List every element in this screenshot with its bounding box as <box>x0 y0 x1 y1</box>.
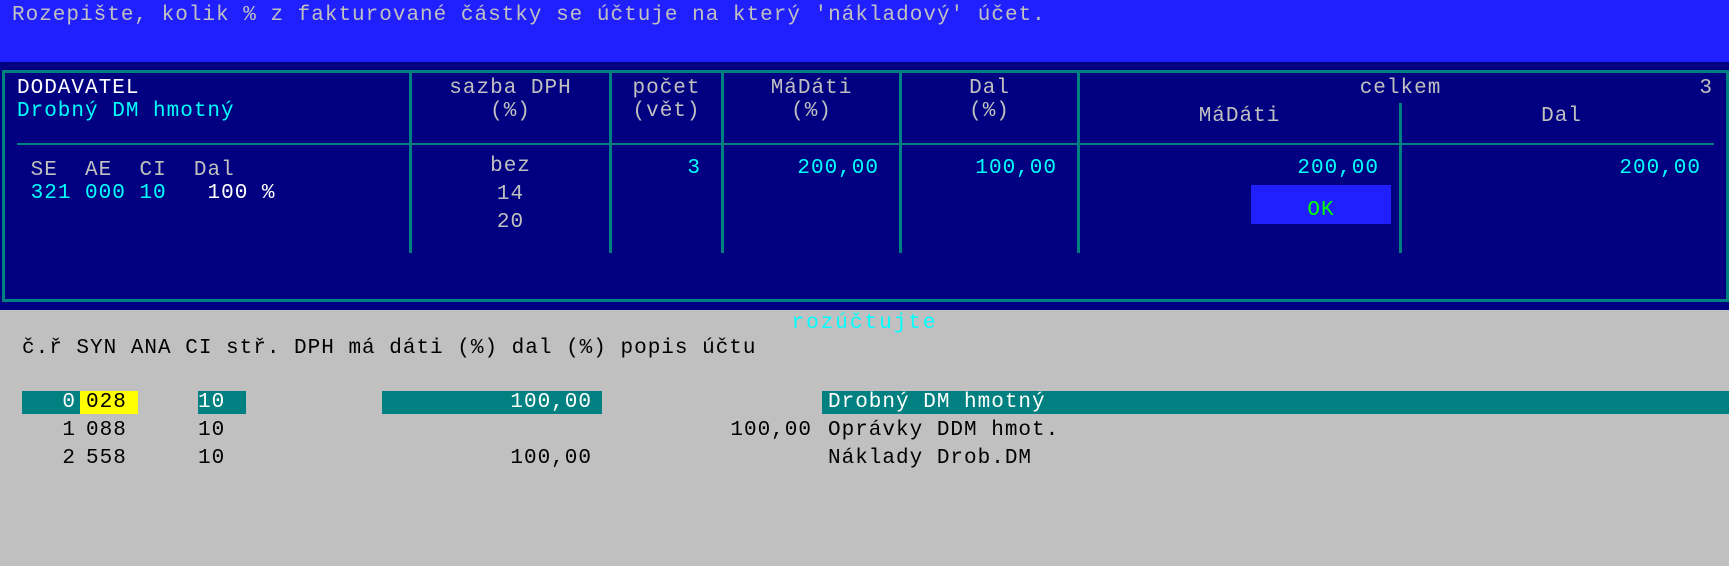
supplier-summary-panel: DODAVATEL Drobný DM hmotný sazba DPH(%) … <box>2 70 1729 302</box>
allocation-grid: rozúčtujte č.ř SYN ANA CI stř. DPH má dá… <box>0 310 1729 566</box>
instruction-banner: Rozepište, kolik % z fakturované částky … <box>0 0 1729 62</box>
celkem-header: celkem 3 MáDáti Dal <box>1077 73 1721 143</box>
madati-header: MáDáti(%) <box>721 73 899 143</box>
account-codes: SE AE CI Dal 321 000 10 100 % <box>5 143 409 253</box>
table-row[interactable]: 108810100,00Oprávky DDM hmot. <box>0 416 1729 444</box>
madati-value: 200,00 <box>721 143 899 253</box>
table-row[interactable]: 255810100,00Náklady Drob.DM <box>0 444 1729 472</box>
dph-values: bez 14 20 <box>409 143 609 253</box>
grid-header: č.ř SYN ANA CI stř. DPH má dáti (%) dal … <box>0 337 1729 360</box>
pocet-value: 3 <box>609 143 721 253</box>
celkem-values: 200,00 OK 200,00 <box>1077 143 1721 253</box>
supplier-name: Drobný DM hmotný <box>17 100 235 123</box>
supplier-title: DODAVATEL <box>17 77 139 100</box>
table-row[interactable]: 002810100,00Drobný DM hmotný <box>0 388 1729 416</box>
rozuctujte-label: rozúčtujte <box>0 312 1729 335</box>
celkem-count: 3 <box>1699 77 1713 100</box>
dal-header: Dal(%) <box>899 73 1077 143</box>
supplier-header: DODAVATEL Drobný DM hmotný <box>5 73 409 143</box>
pocet-header: počet(vět) <box>609 73 721 143</box>
ok-indicator: OK <box>1251 185 1391 224</box>
dal-value: 100,00 <box>899 143 1077 253</box>
dph-header: sazba DPH(%) <box>409 73 609 143</box>
